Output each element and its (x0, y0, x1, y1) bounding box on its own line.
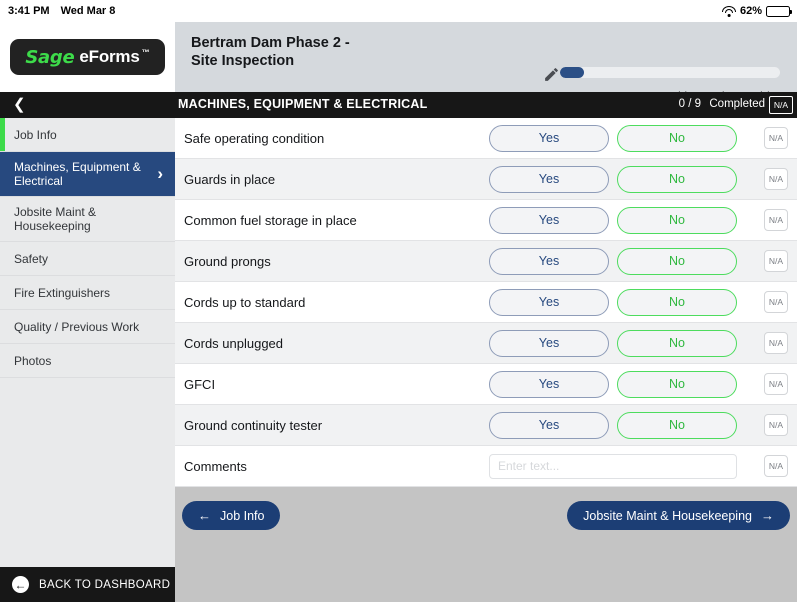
sidebar-item-label: Quality / Previous Work (14, 319, 140, 334)
brand-area: Sage eForms ™ (0, 22, 175, 92)
section-title: MACHINES, EQUIPMENT & ELECTRICAL (178, 97, 428, 111)
app-header: Sage eForms ™ Bertram Dam Phase 2 - Site… (0, 22, 797, 104)
no-button[interactable]: No (617, 411, 737, 439)
status-time: 3:41 PM (8, 5, 50, 17)
no-button[interactable]: No (617, 165, 737, 193)
checklist-row: Ground prongs Yes No N/A (175, 241, 797, 282)
battery-percent-label: 62% (739, 5, 762, 17)
comments-na-button[interactable]: N/A (764, 455, 788, 477)
comments-input[interactable] (489, 453, 737, 479)
sidebar-item-label: Jobsite Maint & Housekeeping (14, 205, 97, 233)
section-header: ❮ MACHINES, EQUIPMENT & ELECTRICAL 0 / 9… (0, 92, 797, 118)
logo-eforms-text: eForms (79, 47, 140, 66)
yes-button[interactable]: Yes (489, 329, 609, 357)
next-section-label: Jobsite Maint & Housekeeping (583, 508, 752, 523)
yes-button[interactable]: Yes (489, 206, 609, 234)
logo-trademark: ™ (141, 47, 150, 57)
na-button[interactable]: N/A (764, 168, 788, 190)
sidebar-item-job-info[interactable]: Job Info (0, 118, 175, 152)
checklist-row-label: Common fuel storage in place (184, 212, 357, 228)
checklist-row: Guards in place Yes No N/A (175, 159, 797, 200)
arrow-left-icon: ← (198, 508, 211, 523)
section-completed-label: Completed (709, 98, 765, 110)
chevron-left-icon[interactable]: ❮ (13, 96, 26, 114)
sidebar-item-label: Safety (14, 251, 49, 266)
yes-button[interactable]: Yes (489, 370, 609, 398)
logo-sage-text: Sage (25, 46, 75, 68)
checklist-row-label: Ground prongs (184, 253, 271, 269)
checklist-row-label: Guards in place (184, 171, 276, 187)
status-bar-right: 62% (721, 5, 792, 17)
bottom-filler (175, 567, 797, 602)
na-button[interactable]: N/A (764, 332, 788, 354)
yes-button[interactable]: Yes (489, 165, 609, 193)
na-button[interactable]: N/A (764, 250, 788, 272)
no-button[interactable]: No (617, 206, 737, 234)
back-to-dashboard-button[interactable]: ← BACK TO DASHBOARD (0, 567, 175, 602)
status-date: Wed Mar 8 (60, 5, 116, 17)
yes-button[interactable]: Yes (489, 124, 609, 152)
na-button[interactable]: N/A (764, 209, 788, 231)
sidebar-item-label: Fire Extinguishers (14, 285, 111, 300)
checklist-row: Common fuel storage in place Yes No N/A (175, 200, 797, 241)
no-button[interactable]: No (617, 329, 737, 357)
app-root: 3:41 PM Wed Mar 8 62% Sage eForms ™ Bert… (0, 0, 797, 602)
status-bar-left: 3:41 PM Wed Mar 8 (8, 5, 115, 17)
sidebar-nav: Job Info Machines, Equipment & Electrical… (0, 118, 175, 567)
sidebar-item-label: Machines, Equipment & Electrical (14, 160, 141, 188)
sidebar-item-safety[interactable]: Safety (0, 242, 175, 276)
checklist-row-label: Ground continuity tester (184, 417, 323, 433)
na-button[interactable]: N/A (764, 127, 788, 149)
wifi-icon (721, 5, 736, 17)
sidebar-item-jobsite-maint-housekeeping[interactable]: Jobsite Maint & Housekeeping (0, 197, 175, 242)
na-button[interactable]: N/A (764, 373, 788, 395)
checklist-row-label: Cords up to standard (184, 294, 306, 310)
battery-icon (766, 5, 792, 17)
checklist-row: Cords unplugged Yes No N/A (175, 323, 797, 364)
no-button[interactable]: No (617, 124, 737, 152)
prev-section-button[interactable]: ← Job Info (182, 501, 281, 530)
no-button[interactable]: No (617, 247, 737, 275)
section-count: 0 / 9 (678, 98, 701, 110)
checklist-row-label: Cords unplugged (184, 335, 284, 351)
no-button[interactable]: No (617, 370, 737, 398)
sidebar-item-quality-previous-work[interactable]: Quality / Previous Work (0, 310, 175, 344)
comments-label: Comments (184, 458, 247, 474)
sage-eforms-logo: Sage eForms ™ (10, 39, 165, 75)
ios-status-bar: 3:41 PM Wed Mar 8 62% (0, 0, 797, 22)
sidebar-item-label: Photos (14, 353, 52, 368)
sidebar-item-machines-equipment-electrical[interactable]: Machines, Equipment & Electrical (0, 152, 175, 197)
next-section-button[interactable]: Jobsite Maint & Housekeeping → (567, 501, 790, 530)
section-na-button[interactable]: N/A (769, 96, 793, 114)
section-footer: ← Job Info Jobsite Maint & Housekeeping … (175, 487, 797, 544)
checklist-row: Ground continuity tester Yes No N/A (175, 405, 797, 446)
checklist-row-label: Safe operating condition (184, 130, 325, 146)
main-content: Safe operating condition Yes No N/A Guards i… (175, 118, 797, 567)
checklist-row-label: GFCI (184, 376, 216, 392)
sidebar-item-fire-extinguishers[interactable]: Fire Extinguishers (0, 276, 175, 310)
form-progress-bar (560, 67, 780, 78)
back-to-dashboard-label: BACK TO DASHBOARD (39, 578, 171, 591)
comments-row: Comments N/A (175, 446, 797, 487)
form-header: Bertram Dam Phase 2 - Site Inspection Lo… (175, 22, 797, 104)
na-button[interactable]: N/A (764, 414, 788, 436)
yes-button[interactable]: Yes (489, 288, 609, 316)
yes-button[interactable]: Yes (489, 411, 609, 439)
sidebar-item-label: Job Info (14, 127, 57, 142)
prev-section-label: Job Info (220, 508, 265, 523)
arrow-right-icon: → (761, 508, 774, 523)
back-circle-icon: ← (12, 576, 29, 593)
na-button[interactable]: N/A (764, 291, 788, 313)
form-progress-fill (560, 67, 585, 78)
checklist-rows: Safe operating condition Yes No N/A Guards i… (175, 118, 797, 487)
page-title: Bertram Dam Phase 2 - Site Inspection (191, 35, 350, 69)
sidebar-item-photos[interactable]: Photos (0, 344, 175, 378)
checklist-row: GFCI Yes No N/A (175, 364, 797, 405)
checklist-row: Cords up to standard Yes No N/A (175, 282, 797, 323)
yes-button[interactable]: Yes (489, 247, 609, 275)
pencil-icon[interactable] (543, 66, 560, 83)
no-button[interactable]: No (617, 288, 737, 316)
checklist-row: Safe operating condition Yes No N/A (175, 118, 797, 159)
